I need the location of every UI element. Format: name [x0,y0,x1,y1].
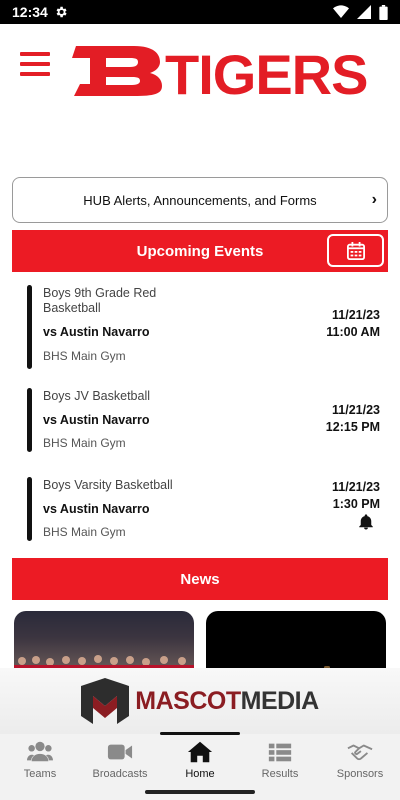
tab-label: Results [261,768,299,780]
tab-label: Sponsors [336,768,384,780]
event-location: BHS Main Gym [43,436,126,450]
event-date: 11/21/23 [332,480,380,494]
event-item[interactable]: Boys 9th Grade Red Basketball vs Austin … [12,285,388,369]
tab-results[interactable]: Results [240,734,320,784]
tab-label: Broadcasts [92,768,148,780]
tab-sponsors[interactable]: Sponsors [320,734,400,784]
system-navigation-bar [0,784,400,800]
menu-hamburger-icon[interactable] [20,52,50,76]
news-header: News [12,558,388,600]
signal-icon [357,5,371,19]
wifi-icon [333,5,349,18]
bell-icon[interactable] [357,513,375,531]
sponsor-wordmark: MASCOTMEDIA [135,686,320,716]
event-time: 1:30 PM [332,497,380,511]
upcoming-events-title: Upcoming Events [136,242,264,260]
tab-broadcasts[interactable]: Broadcasts [80,734,160,784]
event-title: Boys 9th Grade Red Basketball [43,286,157,315]
event-marker [27,388,32,452]
event-title: Boys Varsity Basketball [43,478,173,492]
event-opponent: vs Austin Navarro [43,502,150,516]
event-date: 11/21/23 [332,308,380,322]
sponsor-word-mascot: MASCOT [135,686,241,715]
news-card-image [206,611,386,671]
news-card[interactable] [206,611,386,671]
video-camera-icon [107,744,133,760]
people-icon [27,741,53,762]
tab-label: Teams [23,768,57,780]
event-time: 12:15 PM [325,420,380,434]
settings-gear-icon [56,6,67,18]
event-opponent: vs Austin Navarro [43,413,150,427]
mascot-media-logo-icon [81,678,130,724]
event-title: Boys JV Basketball [43,389,150,403]
tigers-logo: TIGERS [72,43,368,98]
event-marker [27,477,32,541]
news-title: News [180,570,220,588]
battery-icon [379,4,388,20]
event-item[interactable]: Boys Varsity Basketball vs Austin Navarr… [12,477,388,541]
hub-alerts-button[interactable]: HUB Alerts, Announcements, and Forms › [12,177,388,223]
hub-alerts-label: HUB Alerts, Announcements, and Forms [83,192,317,208]
event-location: BHS Main Gym [43,349,126,363]
event-marker [27,285,32,369]
event-opponent: vs Austin Navarro [43,325,150,339]
tab-home[interactable]: Home [160,734,240,784]
news-card[interactable] [14,611,194,671]
upcoming-events-header: Upcoming Events [12,230,388,272]
chevron-right-icon: › [371,191,377,208]
handshake-icon [347,744,373,761]
sponsor-banner[interactable]: MASCOTMEDIA [0,668,400,734]
bottom-tab-bar: Teams Broadcasts Home Results Sponsors [0,734,400,784]
event-date: 11/21/23 [332,403,380,417]
logo-text: TIGERS [165,43,367,98]
status-bar: 12:34 [0,0,400,24]
calendar-button[interactable] [327,234,384,267]
event-location: BHS Main Gym [43,525,126,539]
list-icon [268,743,292,762]
tab-teams[interactable]: Teams [0,734,80,784]
calendar-icon [346,241,365,260]
event-time: 11:00 AM [326,325,380,339]
event-item[interactable]: Boys JV Basketball vs Austin Navarro BHS… [12,388,388,452]
app-header: TIGERS [0,24,400,114]
home-icon [187,741,213,763]
sponsor-word-media: MEDIA [240,686,320,715]
active-tab-indicator [160,732,240,735]
tab-label: Home [185,768,215,780]
gesture-handle[interactable] [145,790,255,794]
news-card-image [14,611,194,671]
status-time: 12:34 [12,4,48,20]
